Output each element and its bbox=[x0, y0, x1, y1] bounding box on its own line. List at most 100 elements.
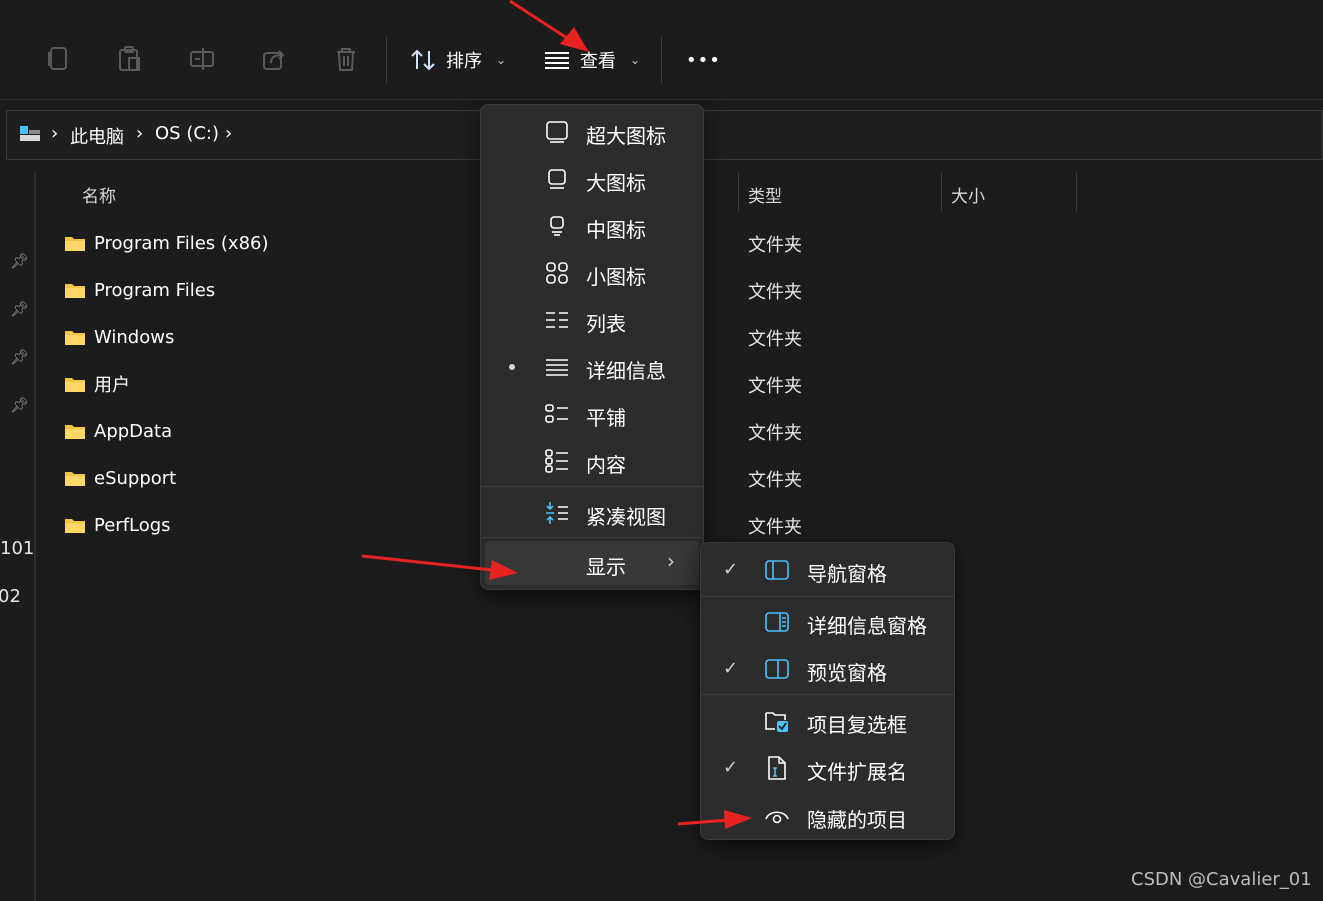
file-row-name[interactable]: Windows bbox=[64, 324, 174, 350]
menu-item-list[interactable]: 列表 bbox=[481, 297, 703, 343]
file-type: 文件夹 bbox=[748, 329, 802, 350]
menu-item-medium-icons[interactable]: 中图标 bbox=[481, 203, 703, 249]
medium-icons-icon bbox=[550, 216, 564, 236]
menu-item-label: 显示 bbox=[586, 555, 626, 579]
nav-item-label[interactable]: 02 bbox=[0, 586, 21, 607]
sort-button[interactable]: 排序 ⌄ bbox=[410, 44, 506, 76]
file-row-name[interactable]: 用户 bbox=[64, 371, 130, 397]
menu-item-large-icons[interactable]: 大图标 bbox=[481, 156, 703, 202]
menu-divider bbox=[701, 694, 954, 695]
column-divider[interactable] bbox=[941, 172, 942, 212]
menu-item-extra-large-icons[interactable]: 超大图标 bbox=[481, 109, 703, 155]
file-type: 文件夹 bbox=[748, 423, 802, 444]
menu-item-show[interactable]: 显示 › bbox=[485, 541, 699, 585]
menu-item-content[interactable]: 内容 bbox=[481, 438, 703, 484]
menu-item-small-icons[interactable]: 小图标 bbox=[481, 250, 703, 296]
tiles-icon bbox=[545, 404, 568, 423]
menu-item-compact-view[interactable]: 紧凑视图 bbox=[481, 490, 703, 536]
view-label: 查看 bbox=[580, 51, 616, 72]
menu-divider bbox=[481, 486, 703, 487]
delete-icon[interactable] bbox=[333, 44, 359, 74]
check-icon: ✓ bbox=[723, 658, 739, 679]
menu-item-tiles[interactable]: 平铺 bbox=[481, 391, 703, 437]
breadcrumb-os-c[interactable]: OS (C:) bbox=[155, 123, 219, 144]
details-pane-icon bbox=[765, 612, 789, 632]
pin-icon[interactable]: 📌︎ bbox=[10, 396, 29, 414]
chevron-right-icon: › bbox=[667, 549, 675, 573]
sort-icon bbox=[411, 49, 435, 71]
menu-item-navigation-pane[interactable]: ✓ 导航窗格 bbox=[701, 547, 954, 593]
hidden-items-icon bbox=[765, 811, 789, 824]
folder-icon bbox=[65, 472, 85, 486]
menu-item-label: 平铺 bbox=[586, 406, 626, 430]
menu-item-hidden-items[interactable]: 隐藏的项目 bbox=[701, 793, 954, 839]
file-row-name[interactable]: Program Files bbox=[64, 277, 215, 303]
menu-item-label: 项目复选框 bbox=[807, 713, 907, 737]
navigation-pane-icon bbox=[765, 560, 789, 580]
more-options-button[interactable]: ••• bbox=[686, 44, 721, 76]
column-divider[interactable] bbox=[1076, 172, 1077, 212]
view-list-icon bbox=[545, 52, 569, 69]
menu-item-details-pane[interactable]: 详细信息窗格 bbox=[701, 599, 954, 645]
rename-icon[interactable] bbox=[189, 44, 215, 74]
check-icon: ✓ bbox=[723, 559, 739, 580]
command-bar: 排序 ⌄ 查看 ⌄ ••• bbox=[0, 0, 1323, 100]
menu-item-preview-pane[interactable]: ✓ 预览窗格 bbox=[701, 646, 954, 692]
file-row-name[interactable]: AppData bbox=[64, 418, 172, 444]
file-row-name[interactable]: PerfLogs bbox=[64, 512, 171, 538]
file-extensions-icon bbox=[768, 756, 786, 780]
column-divider[interactable] bbox=[738, 172, 739, 212]
file-name: Program Files (x86) bbox=[94, 232, 269, 254]
computer-icon bbox=[19, 125, 41, 147]
preview-pane-icon bbox=[765, 659, 789, 679]
menu-item-label: 详细信息 bbox=[586, 359, 666, 383]
menu-item-label: 隐藏的项目 bbox=[807, 808, 907, 832]
menu-divider bbox=[701, 596, 954, 597]
column-header-size[interactable]: 大小 bbox=[951, 182, 985, 207]
breadcrumb-separator: › bbox=[225, 123, 233, 144]
more-icon: ••• bbox=[686, 49, 721, 71]
menu-item-item-checkboxes[interactable]: 项目复选框 bbox=[701, 698, 954, 744]
column-header-name[interactable]: 名称 bbox=[82, 182, 116, 207]
menu-divider bbox=[481, 537, 703, 538]
menu-item-label: 小图标 bbox=[586, 265, 646, 289]
menu-item-label: 列表 bbox=[586, 312, 626, 336]
folder-icon bbox=[65, 331, 85, 345]
menu-item-label: 详细信息窗格 bbox=[807, 614, 927, 638]
file-name: 用户 bbox=[94, 375, 130, 396]
details-icon bbox=[546, 359, 568, 376]
small-icons-icon bbox=[546, 262, 568, 284]
pin-icon[interactable]: 📌︎ bbox=[10, 252, 29, 270]
file-name: AppData bbox=[94, 420, 173, 442]
column-header-type[interactable]: 类型 bbox=[748, 182, 782, 207]
large-icons-icon bbox=[548, 169, 566, 189]
chevron-down-icon: ⌄ bbox=[496, 53, 507, 67]
toolbar-divider bbox=[661, 36, 662, 84]
file-row-name[interactable]: Program Files (x86) bbox=[64, 230, 269, 256]
menu-item-label: 导航窗格 bbox=[807, 562, 887, 586]
breadcrumb-this-pc[interactable]: 此电脑 bbox=[70, 123, 124, 149]
menu-item-file-extensions[interactable]: ✓ 文件扩展名 bbox=[701, 745, 954, 791]
menu-item-details[interactable]: 详细信息 bbox=[481, 344, 703, 390]
selected-indicator-icon bbox=[509, 364, 515, 370]
share-icon[interactable] bbox=[261, 44, 287, 74]
copy-icon[interactable] bbox=[46, 44, 72, 74]
pin-icon[interactable]: 📌︎ bbox=[10, 348, 29, 366]
menu-item-label: 超大图标 bbox=[586, 124, 666, 148]
list-icon bbox=[546, 312, 568, 328]
file-name: Windows bbox=[94, 326, 175, 348]
file-type: 文件夹 bbox=[748, 470, 802, 491]
pin-icon[interactable]: 📌︎ bbox=[10, 300, 29, 318]
view-menu: 超大图标 大图标 中图标 小图标 列表 详细信息 平铺 内容 紧凑视图 显示 › bbox=[480, 104, 704, 590]
paste-icon[interactable] bbox=[117, 44, 143, 74]
toolbar-divider bbox=[386, 36, 387, 84]
file-type: 文件夹 bbox=[748, 517, 802, 538]
folder-icon bbox=[65, 425, 85, 439]
view-button[interactable]: 查看 ⌄ bbox=[544, 44, 640, 76]
nav-item-label[interactable]: 101 bbox=[0, 538, 34, 559]
file-name: eSupport bbox=[94, 467, 177, 489]
menu-item-label: 大图标 bbox=[586, 171, 646, 195]
file-type: 文件夹 bbox=[748, 376, 802, 397]
chevron-down-icon: ⌄ bbox=[630, 53, 641, 67]
file-row-name[interactable]: eSupport bbox=[64, 465, 176, 491]
